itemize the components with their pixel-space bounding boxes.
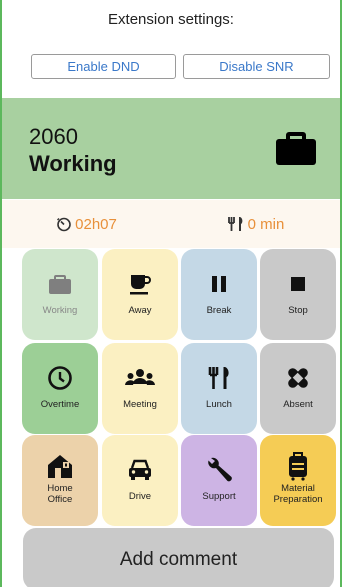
- current-status-card: 2060 Working: [2, 98, 340, 199]
- clock-icon: [48, 366, 72, 390]
- status-tile-away[interactable]: Away: [102, 249, 178, 340]
- fork-knife-icon: [208, 367, 229, 389]
- tile-label: Support: [202, 491, 236, 502]
- lunch-time: 0 min: [171, 216, 340, 233]
- status-tile-home-office[interactable]: Home Office: [22, 435, 98, 526]
- luggage-icon: [289, 452, 307, 481]
- status-tile-absent[interactable]: Absent: [260, 343, 336, 434]
- fork-knife-icon: [227, 217, 243, 231]
- tile-label: Away: [128, 305, 152, 316]
- coffee-cup-icon: [130, 275, 151, 295]
- elapsed-time: 02h07: [2, 216, 171, 233]
- tile-label: Lunch: [206, 399, 232, 410]
- stop-icon: [291, 277, 305, 291]
- status-tile-stop[interactable]: Stop: [260, 249, 336, 340]
- disable-snr-button[interactable]: Disable SNR: [183, 54, 330, 79]
- tile-label: Working: [42, 305, 78, 316]
- tile-label: Meeting: [123, 399, 157, 410]
- app-frame: Extension settings: Enable DND Disable S…: [0, 0, 342, 587]
- briefcase-icon: [49, 275, 71, 294]
- status-tile-lunch[interactable]: Lunch: [181, 343, 257, 434]
- briefcase-icon: [276, 132, 316, 165]
- car-icon: [129, 459, 151, 480]
- lunch-time-value: 0 min: [247, 215, 285, 233]
- status-tile-drive[interactable]: Drive: [102, 435, 178, 526]
- status-tile-support[interactable]: Support: [181, 435, 257, 526]
- status-tile-working[interactable]: Working: [22, 249, 98, 340]
- tile-label: Drive: [128, 491, 152, 502]
- status-tile-material-preparation[interactable]: Material Preparation: [260, 435, 336, 526]
- current-status-label: Working: [29, 151, 117, 176]
- tile-label: Home Office: [47, 483, 73, 505]
- tile-label: Break: [206, 305, 232, 316]
- group-icon: [125, 369, 155, 385]
- bandage-icon: [288, 368, 308, 388]
- home-office-icon: [48, 455, 72, 478]
- tile-label: Material Preparation: [273, 483, 323, 505]
- status-tile-break[interactable]: Break: [181, 249, 257, 340]
- add-comment-button[interactable]: Add comment: [23, 528, 334, 587]
- status-tile-overtime[interactable]: Overtime: [22, 343, 98, 434]
- pause-icon: [212, 276, 226, 292]
- tile-label: Absent: [283, 399, 313, 410]
- elapsed-time-value: 02h07: [75, 215, 117, 233]
- extension-number: 2060: [29, 124, 78, 149]
- tile-label: Overtime: [40, 399, 80, 410]
- wrench-icon: [208, 457, 232, 482]
- timer-row: 02h07 0 min: [2, 200, 340, 248]
- status-tile-meeting[interactable]: Meeting: [102, 343, 178, 434]
- extension-settings-title: Extension settings:: [108, 11, 234, 28]
- tile-label: Stop: [288, 305, 308, 316]
- enable-dnd-button[interactable]: Enable DND: [31, 54, 176, 79]
- timer-icon: [57, 217, 71, 232]
